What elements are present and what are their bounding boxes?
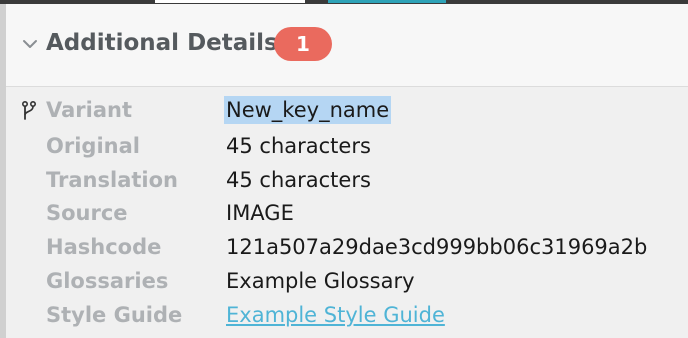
source-value: IMAGE (226, 201, 294, 225)
detail-row-source: Source IMAGE (6, 199, 688, 229)
style-guide-link[interactable]: Example Style Guide (226, 301, 445, 329)
style-guide-label: Style Guide (46, 303, 183, 327)
tab-indicator-active (328, 0, 446, 3)
translation-label: Translation (46, 168, 178, 192)
source-label: Source (46, 201, 128, 225)
original-label: Original (46, 134, 140, 158)
variant-label: Variant (46, 98, 132, 122)
glossaries-label: Glossaries (46, 269, 169, 293)
translation-value: 45 characters (226, 168, 371, 192)
hashcode-label: Hashcode (46, 235, 162, 259)
hashcode-value: 121a507a29dae3cd999bb06c31969a2b (226, 235, 648, 259)
glossaries-value: Example Glossary (226, 269, 415, 293)
detail-row-translation: Translation 45 characters (6, 166, 688, 196)
section-title: Additional Details (46, 30, 278, 56)
chevron-down-icon[interactable] (20, 34, 40, 54)
additional-details-panel: Additional Details 1 Variant New_key_nam… (6, 4, 688, 338)
tab-indicator (155, 0, 305, 3)
detail-row-variant: Variant New_key_name (6, 96, 688, 126)
detail-row-glossaries: Glossaries Example Glossary (6, 267, 688, 297)
additional-details-header[interactable]: Additional Details 1 (6, 4, 688, 87)
variant-value[interactable]: New_key_name (224, 96, 392, 124)
detail-row-original: Original 45 characters (6, 132, 688, 162)
count-badge: 1 (274, 27, 332, 61)
detail-row-hashcode: Hashcode 121a507a29dae3cd999bb06c31969a2… (6, 233, 688, 263)
detail-row-style-guide: Style Guide Example Style Guide (6, 301, 688, 331)
original-value: 45 characters (226, 134, 371, 158)
